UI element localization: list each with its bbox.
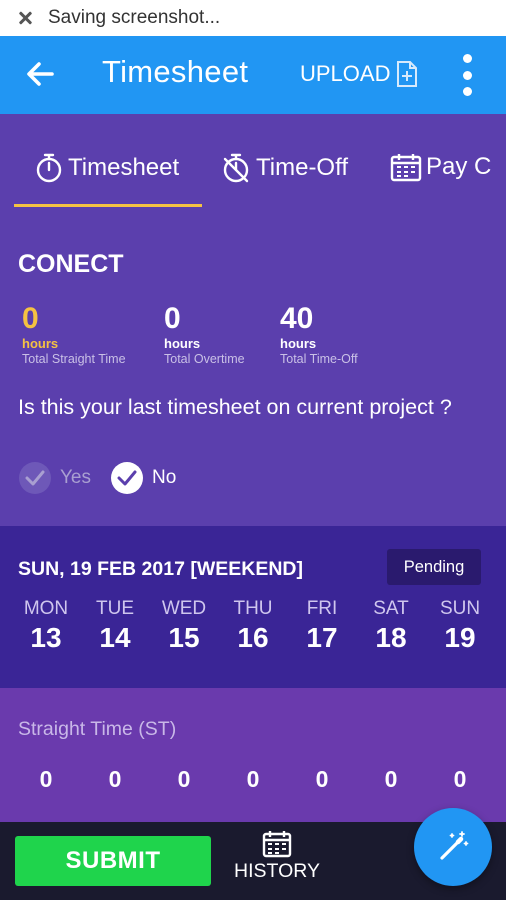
last-timesheet-question: Is this your last timesheet on current p… bbox=[18, 395, 452, 419]
check-circle-icon bbox=[19, 462, 51, 494]
day-date: 13 bbox=[30, 622, 62, 653]
tab-label: Timesheet bbox=[68, 154, 180, 181]
day-date: 15 bbox=[168, 622, 200, 653]
day-date: 18 bbox=[375, 622, 407, 653]
selected-date-label: SUN, 19 FEB 2017 [WEEKEND] bbox=[18, 558, 303, 580]
stat-label: Total Overtime bbox=[164, 352, 245, 366]
option-yes[interactable]: Yes bbox=[19, 462, 91, 494]
active-tab-indicator bbox=[14, 204, 202, 207]
upload-file-icon bbox=[397, 61, 418, 87]
stopwatch-icon bbox=[36, 153, 62, 183]
straight-time-value[interactable]: 0 bbox=[361, 766, 421, 793]
stat-value: 0 bbox=[22, 302, 39, 335]
day-sun[interactable]: SUN 19 bbox=[430, 598, 490, 656]
stat-label: Total Straight Time bbox=[22, 352, 126, 366]
calendar-icon bbox=[390, 154, 422, 182]
option-no[interactable]: No bbox=[111, 462, 176, 494]
day-name: TUE bbox=[96, 598, 134, 619]
stat-label: Total Time-Off bbox=[280, 352, 358, 366]
tab-label: Pay C bbox=[426, 153, 492, 180]
magic-wand-icon bbox=[440, 831, 469, 860]
back-arrow-icon[interactable] bbox=[22, 56, 58, 92]
day-sat[interactable]: SAT 18 bbox=[361, 598, 421, 656]
history-button[interactable]: HISTORY bbox=[228, 830, 326, 883]
day-tue[interactable]: TUE 14 bbox=[85, 598, 145, 656]
straight-time-value[interactable]: 0 bbox=[223, 766, 283, 793]
day-date: 16 bbox=[237, 622, 269, 653]
auto-fill-fab[interactable] bbox=[414, 808, 492, 886]
day-date: 14 bbox=[99, 622, 131, 653]
day-name: MON bbox=[23, 598, 69, 619]
stat-time-off: 40 hours Total Time-Off bbox=[280, 302, 358, 366]
week-selector: SUN, 19 FEB 2017 [WEEKEND] Pending MON 1… bbox=[0, 526, 506, 688]
straight-time-value[interactable]: 0 bbox=[292, 766, 352, 793]
day-date: 19 bbox=[444, 622, 476, 653]
straight-time-value[interactable]: 0 bbox=[154, 766, 214, 793]
history-label: HISTORY bbox=[234, 860, 320, 882]
tab-bar: Timesheet Time-Off Pay C bbox=[0, 114, 506, 210]
stat-unit: hours bbox=[280, 336, 317, 351]
day-wed[interactable]: WED 15 bbox=[154, 598, 214, 656]
tab-label: Time-Off bbox=[256, 154, 349, 181]
screenshot-icon bbox=[16, 9, 34, 27]
straight-time-section: Straight Time (ST) 0 0 0 0 0 0 0 bbox=[0, 688, 506, 822]
submit-button[interactable]: SUBMIT bbox=[15, 836, 211, 886]
day-mon[interactable]: MON 13 bbox=[16, 598, 76, 656]
more-options-icon[interactable] bbox=[458, 52, 476, 98]
tab-pay-calendar[interactable]: Pay C bbox=[390, 152, 491, 182]
option-label: Yes bbox=[60, 467, 91, 488]
tab-time-off[interactable]: Time-Off bbox=[220, 152, 348, 184]
status-badge: Pending bbox=[387, 549, 481, 585]
calendar-icon bbox=[262, 831, 292, 858]
day-date: 17 bbox=[306, 622, 338, 653]
status-bar: Saving screenshot... bbox=[0, 0, 506, 36]
day-name: SAT bbox=[373, 598, 409, 619]
day-name: THU bbox=[233, 598, 273, 619]
stat-straight-time: 0 hours Total Straight Time bbox=[22, 302, 126, 366]
stat-unit: hours bbox=[164, 336, 201, 351]
stat-value: 40 bbox=[280, 302, 314, 335]
page-title: Timesheet bbox=[102, 54, 249, 89]
stopwatch-off-icon bbox=[223, 153, 249, 183]
status-text: Saving screenshot... bbox=[48, 7, 221, 28]
stat-value: 0 bbox=[164, 302, 181, 335]
day-name: SUN bbox=[439, 598, 481, 619]
stat-unit: hours bbox=[22, 336, 59, 351]
timesheet-summary: CONECT 0 hours Total Straight Time 0 hou… bbox=[0, 210, 506, 526]
day-fri[interactable]: FRI 17 bbox=[292, 598, 352, 656]
upload-button[interactable]: UPLOAD bbox=[300, 60, 418, 88]
stat-overtime: 0 hours Total Overtime bbox=[164, 302, 245, 366]
check-circle-icon bbox=[111, 462, 143, 494]
straight-time-value[interactable]: 0 bbox=[430, 766, 490, 793]
straight-time-value[interactable]: 0 bbox=[85, 766, 145, 793]
upload-label: UPLOAD bbox=[300, 61, 391, 86]
company-name: CONECT bbox=[18, 250, 124, 278]
straight-time-value[interactable]: 0 bbox=[16, 766, 76, 793]
day-name: WED bbox=[161, 598, 207, 619]
app-bar: Timesheet UPLOAD bbox=[0, 36, 506, 114]
day-name: FRI bbox=[306, 598, 338, 619]
straight-time-label: Straight Time (ST) bbox=[18, 718, 177, 740]
tab-timesheet[interactable]: Timesheet bbox=[34, 152, 179, 184]
option-label: No bbox=[152, 467, 177, 488]
day-thu[interactable]: THU 16 bbox=[223, 598, 283, 656]
